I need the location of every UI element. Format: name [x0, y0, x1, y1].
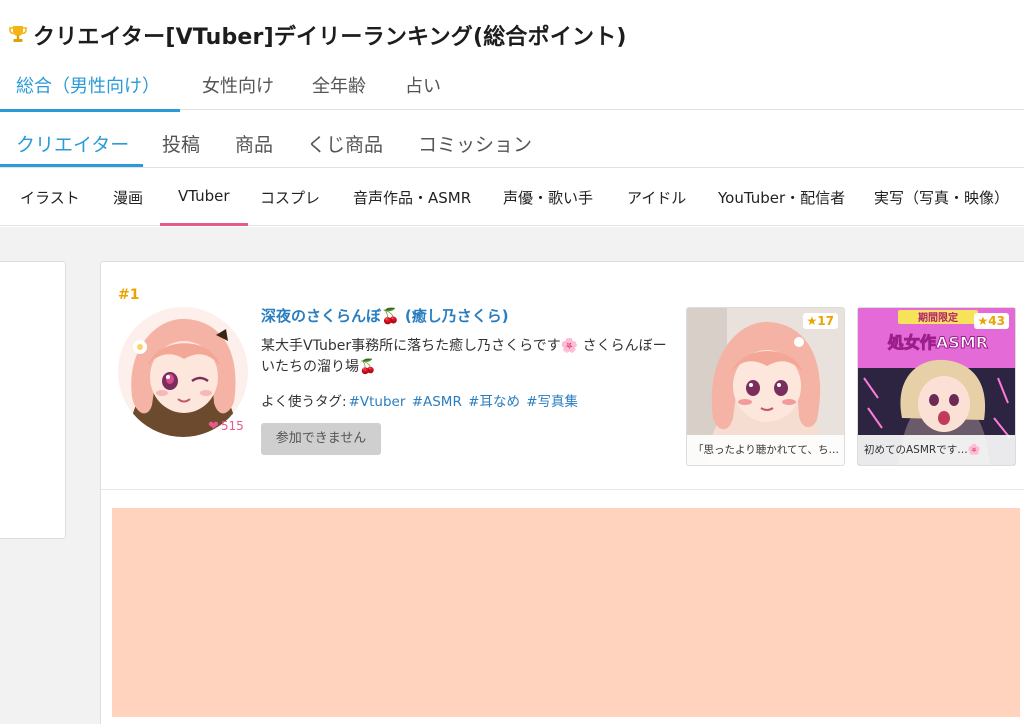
page-header: クリエイター[VTuber]デイリーランキング(総合ポイント) [0, 0, 1024, 62]
star-rating-badge: ★17 [802, 313, 838, 329]
tab-creator[interactable]: クリエイター [0, 130, 144, 167]
thumbnail-overlay-title: 処女作ASMR [888, 333, 988, 352]
creator-description: 某大手VTuber事務所に落ちた癒し乃さくらです🌸 さくらんぼーいたちの溜り場🍒 [261, 338, 667, 375]
page-title: クリエイター[VTuber]デイリーランキング(総合ポイント) [33, 25, 627, 50]
tab-products[interactable]: 商品 [235, 130, 273, 157]
tab-general-male[interactable]: 総合（男性向け） [0, 72, 180, 112]
thumbnail-caption: 初めてのASMRです…🌸 [858, 435, 1015, 465]
star-rating-badge: ★43 [973, 313, 1009, 329]
tab-cosplay[interactable]: コスプレ [260, 187, 320, 208]
category-tabs: イラスト 漫画 VTuber コスプレ 音声作品・ASMR 声優・歌い手 アイド… [0, 168, 1024, 226]
creator-name-link[interactable]: 深夜のさくらんぼ🍒 (癒し乃さくら) [261, 305, 509, 326]
heart-icon: ❤ [208, 419, 219, 434]
limited-banner-text: 期間限定 [918, 311, 958, 324]
likes-count: ❤ 515 [208, 419, 244, 434]
tag-link[interactable]: #写真集 [526, 394, 578, 410]
tab-youtuber-streamer[interactable]: YouTuber・配信者 [718, 187, 845, 208]
thumbnail-caption: 「思ったより聴かれてて、ち… [687, 435, 844, 465]
tab-all-ages[interactable]: 全年齢 [312, 72, 366, 110]
tab-commissions[interactable]: コミッション [418, 130, 532, 157]
tab-female[interactable]: 女性向け [202, 72, 274, 110]
tab-voice-actor-singer[interactable]: 声優・歌い手 [503, 187, 593, 208]
tab-lottery-products[interactable]: くじ商品 [307, 130, 383, 157]
creator-avatar[interactable] [118, 307, 248, 437]
card-divider [101, 489, 1024, 490]
tab-manga[interactable]: 漫画 [113, 187, 143, 208]
rank-number: #1 [118, 287, 140, 303]
tab-fortune[interactable]: 占い [405, 72, 441, 110]
tag-link[interactable]: #ASMR [412, 394, 462, 410]
tab-voice-asmr[interactable]: 音声作品・ASMR [353, 187, 471, 208]
ad-placeholder [112, 508, 1020, 717]
tag-link[interactable]: #Vtuber [349, 394, 406, 410]
type-tabs: クリエイター 投稿 商品 くじ商品 コミッション [0, 110, 1024, 168]
tag-link[interactable]: #耳なめ [468, 394, 520, 410]
tags-label: よく使うタグ: [261, 394, 347, 410]
frequent-tags: よく使うタグ: #Vtuber #ASMR #耳なめ #写真集 [261, 390, 578, 410]
avatar-illustration [118, 307, 248, 437]
tab-posts[interactable]: 投稿 [162, 130, 200, 157]
tab-vtuber[interactable]: VTuber [160, 187, 248, 226]
tab-idol[interactable]: アイドル [627, 187, 686, 208]
post-thumbnail[interactable]: ★17 「思ったより聴かれてて、ち… [686, 307, 845, 466]
sidebar-card [0, 261, 66, 539]
tab-illustration[interactable]: イラスト [20, 187, 80, 208]
trophy-icon [9, 26, 27, 42]
audience-tabs: 総合（男性向け） 女性向け 全年齢 占い [0, 62, 1024, 112]
join-button[interactable]: 参加できません [261, 423, 381, 455]
post-thumbnail[interactable]: 期間限定 処女作ASMR ★43 初めてのASMRです…🌸 [857, 307, 1016, 466]
tab-live-action[interactable]: 実写（写真・映像） [874, 187, 1009, 208]
